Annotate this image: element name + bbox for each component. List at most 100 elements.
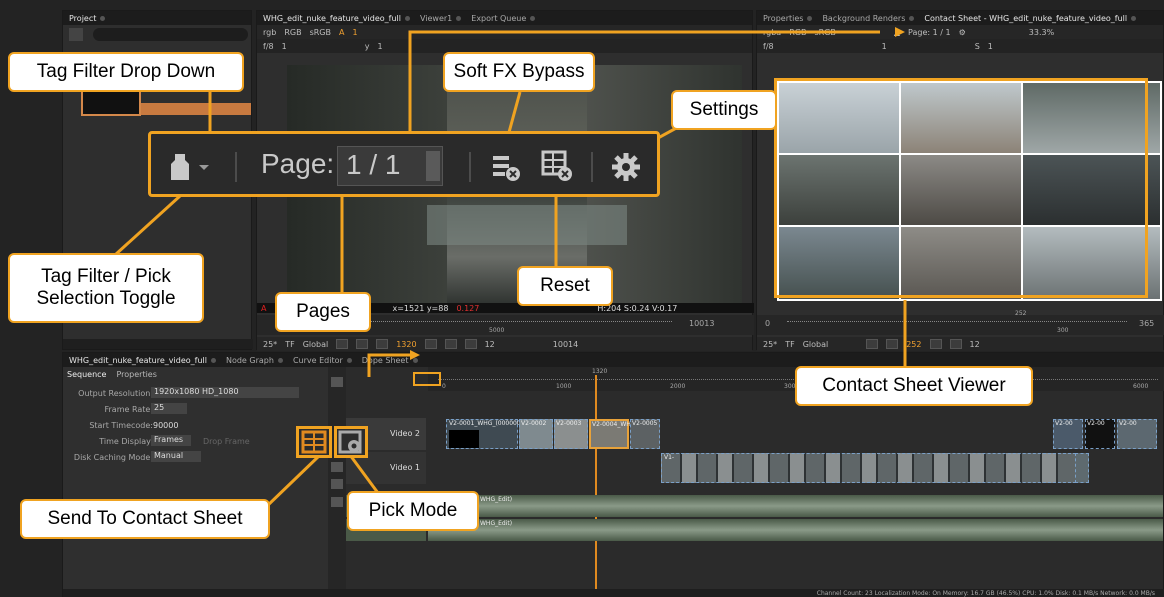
step-field[interactable]: 12 bbox=[485, 340, 495, 349]
page-number-field[interactable]: 1 / 1 bbox=[337, 146, 443, 186]
gain-control[interactable]: 1 bbox=[282, 42, 287, 51]
clip-v2-right-2[interactable]: V2-00 bbox=[1085, 419, 1115, 449]
tag-small-icon[interactable]: ▲ bbox=[894, 28, 900, 37]
send-to-contact-sheet-icon[interactable] bbox=[296, 426, 332, 458]
clip-v1-right[interactable] bbox=[1075, 453, 1089, 483]
contact-play-button[interactable] bbox=[929, 339, 942, 349]
contact-channels-dropdown[interactable]: rgba bbox=[763, 28, 781, 37]
clip-v2-right-1[interactable]: V2-00 bbox=[1053, 419, 1083, 449]
tab-contact-sheet[interactable]: Contact Sheet - WHG_edit_nuke_feature_vi… bbox=[924, 14, 1137, 23]
tab-node-graph[interactable]: Node Graph bbox=[226, 356, 283, 365]
tf-dropdown[interactable]: TF bbox=[285, 340, 295, 349]
subtab-sequence[interactable]: Sequence bbox=[67, 370, 106, 379]
contact-fps[interactable]: 25* bbox=[763, 340, 777, 349]
timedisplay-dropdown[interactable]: Frames bbox=[151, 435, 191, 446]
tab-background-renders[interactable]: Background Renders bbox=[822, 14, 915, 23]
contact-step[interactable]: 12 bbox=[970, 340, 980, 349]
contact-rgb-dropdown[interactable]: RGB bbox=[789, 28, 806, 37]
contact-settings-small-icon[interactable]: ⚙ bbox=[959, 28, 966, 37]
contact-tl-end: 365 bbox=[1139, 319, 1155, 328]
go-end-button[interactable] bbox=[464, 339, 477, 349]
zoom-tool-icon[interactable] bbox=[331, 497, 343, 507]
tag-dropdown-chevron-down-icon[interactable] bbox=[199, 164, 209, 172]
timecode-field[interactable]: 90000 bbox=[153, 421, 178, 430]
clip-v2-0005[interactable]: V2-0005 bbox=[630, 419, 660, 449]
project-scrollbar[interactable] bbox=[63, 339, 253, 349]
clip-v2-0004[interactable]: V2-0004_WH bbox=[589, 419, 631, 449]
contact-gamma[interactable]: 1 bbox=[882, 42, 887, 51]
tab-project[interactable]: Project bbox=[69, 14, 106, 23]
clip-strip-v1[interactable]: V1- bbox=[661, 453, 1081, 483]
prev-frame-button[interactable] bbox=[356, 339, 369, 349]
contact-prev-button[interactable] bbox=[866, 339, 879, 349]
tag-icon[interactable] bbox=[169, 152, 191, 182]
clip-v2-0002[interactable]: V2-0002 bbox=[519, 419, 553, 449]
diskcache-dropdown[interactable]: Manual bbox=[151, 451, 201, 462]
contact-sheet-highlight bbox=[774, 78, 1148, 298]
fstop-control[interactable]: f/8 bbox=[263, 42, 274, 51]
contact-fstop[interactable]: f/8 bbox=[763, 42, 774, 51]
audio-track-1[interactable]: WHG_Edit) bbox=[428, 495, 1163, 517]
lut-dropdown[interactable]: sRGB bbox=[310, 28, 331, 37]
contact-next-button[interactable] bbox=[949, 339, 962, 349]
prop-label-resolution: Output Resolution: bbox=[78, 389, 153, 398]
contact-tf[interactable]: TF bbox=[785, 340, 795, 349]
contact-back-button[interactable] bbox=[886, 339, 899, 349]
input-a-label[interactable]: A bbox=[339, 28, 344, 37]
contact-s-value[interactable]: 1 bbox=[988, 42, 993, 51]
tab-dope-sheet[interactable]: Dope Sheet bbox=[362, 356, 418, 365]
global-dropdown[interactable]: Global bbox=[303, 340, 329, 349]
contact-global[interactable]: Global bbox=[803, 340, 829, 349]
clip-v2-0001[interactable]: V2-0001_WHG_(000000 bbox=[446, 419, 521, 449]
clip-v2-right-3[interactable]: V2-00 bbox=[1117, 419, 1157, 449]
slip-tool-icon[interactable] bbox=[331, 479, 343, 489]
playhead[interactable] bbox=[595, 375, 597, 590]
contact-timeline[interactable]: 0 252 300 365 bbox=[757, 310, 1164, 335]
fps-dropdown[interactable]: 25* bbox=[263, 340, 277, 349]
prop-label-timecode: Start Timecode: bbox=[89, 421, 153, 430]
drop-frame-checkbox[interactable]: Drop Frame bbox=[203, 437, 250, 446]
step-back-button[interactable] bbox=[376, 339, 389, 349]
subtab-properties[interactable]: Properties bbox=[116, 370, 156, 379]
gamma-value[interactable]: 1 bbox=[377, 42, 382, 51]
track-name-video2: Video 2 bbox=[389, 429, 420, 438]
contact-s-label: S bbox=[974, 41, 980, 51]
select-tool-icon[interactable] bbox=[331, 377, 343, 387]
project-search-input[interactable] bbox=[93, 28, 248, 41]
tab-properties[interactable]: Properties bbox=[763, 14, 813, 23]
viewer-toolbar-2: f/8 1 y 1 bbox=[257, 39, 752, 53]
audio-track-2[interactable]: WHG_Edit) bbox=[428, 519, 1163, 541]
tab-sequence[interactable]: WHG_edit_nuke_feature_video_full bbox=[69, 356, 216, 365]
play-button[interactable] bbox=[424, 339, 437, 349]
pick-mode-icon[interactable] bbox=[334, 426, 368, 458]
tab-viewer-sequence[interactable]: WHG_edit_nuke_feature_video_full bbox=[263, 14, 410, 23]
callout-settings: Settings bbox=[671, 90, 777, 130]
current-frame-field[interactable]: 1320 bbox=[396, 340, 416, 349]
resolution-dropdown[interactable]: 1920x1080 HD_1080 bbox=[151, 387, 299, 398]
timeline-icon-highlight bbox=[413, 372, 441, 386]
tab-viewer1[interactable]: Viewer1 bbox=[420, 14, 462, 23]
page-number-value: 1 / 1 bbox=[346, 149, 401, 180]
tab-curve-editor[interactable]: Curve Editor bbox=[293, 356, 352, 365]
tab-export-queue[interactable]: Export Queue bbox=[471, 14, 536, 23]
soft-fx-bypass-icon[interactable] bbox=[491, 150, 521, 182]
status-bar: Channel Count: 23 Localization Mode: On … bbox=[63, 589, 1164, 597]
clip-v2-0003[interactable]: V2-0003 bbox=[554, 419, 588, 449]
playhead-label: 1320 bbox=[592, 368, 608, 375]
colorspace-dropdown[interactable]: RGB bbox=[284, 28, 301, 37]
razor-tool-icon[interactable] bbox=[331, 462, 343, 472]
contact-zoom-dropdown[interactable]: 33.3% bbox=[1029, 28, 1054, 37]
contact-current-frame[interactable]: 252 bbox=[906, 340, 921, 349]
next-frame-button[interactable] bbox=[444, 339, 457, 349]
page-stepper[interactable] bbox=[426, 151, 440, 181]
go-start-button[interactable] bbox=[336, 339, 349, 349]
framerate-dropdown[interactable]: 25 bbox=[151, 403, 187, 414]
contact-page-label[interactable]: Page: 1 / 1 bbox=[908, 28, 951, 37]
end-frame-field[interactable]: 10014 bbox=[553, 340, 578, 349]
gear-icon[interactable] bbox=[611, 152, 641, 182]
reset-icon[interactable] bbox=[541, 150, 573, 182]
contact-srgb-dropdown[interactable]: sRGB bbox=[814, 28, 835, 37]
channels-dropdown[interactable]: rgb bbox=[263, 28, 276, 37]
grid-icon[interactable] bbox=[69, 28, 83, 41]
timeline-tools bbox=[328, 367, 346, 597]
